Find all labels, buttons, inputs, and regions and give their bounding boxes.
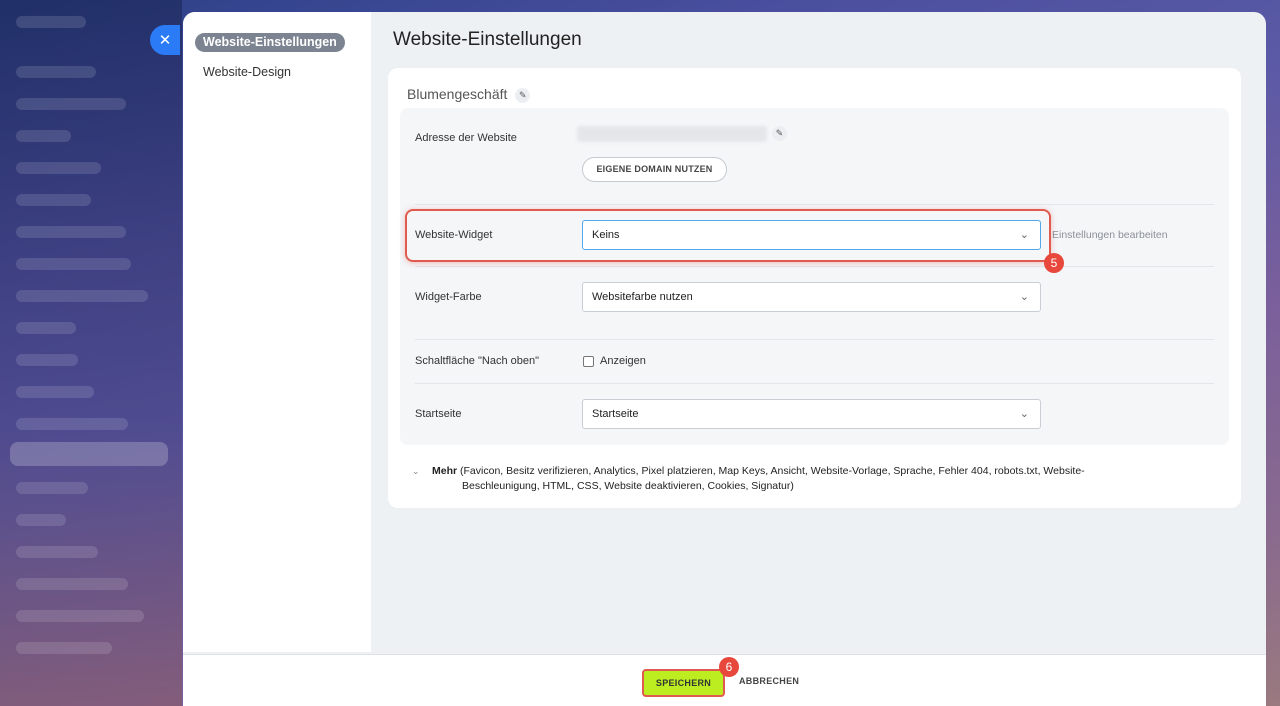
background-row	[16, 16, 86, 28]
widget-color-label: Widget-Farbe	[415, 291, 482, 303]
widget-color-select[interactable]: Websitefarbe nutzen ⌄	[582, 282, 1041, 312]
background-row	[16, 578, 128, 590]
background-row	[16, 258, 131, 270]
widget-row-highlight	[405, 209, 1051, 262]
address-label: Adresse der Website	[415, 132, 517, 144]
background-row	[16, 66, 96, 78]
more-settings-line-1: Mehr (Favicon, Besitz verifizieren, Anal…	[432, 464, 1182, 479]
divider	[415, 383, 1214, 384]
chevron-down-icon: ⌄	[1019, 291, 1029, 303]
site-name: Blumengeschäft	[407, 86, 508, 102]
show-scroll-top-checkbox[interactable]	[583, 356, 594, 367]
show-scroll-top-checkbox-label[interactable]: Anzeigen	[600, 355, 646, 367]
more-heading: Mehr	[432, 465, 458, 477]
site-name-heading: Blumengeschäft ✎	[407, 86, 531, 103]
close-button[interactable]: ✕	[150, 25, 180, 55]
divider	[415, 339, 1214, 340]
more-settings-text: Mehr (Favicon, Besitz verifizieren, Anal…	[432, 464, 1182, 494]
edit-address-pencil-icon[interactable]: ✎	[772, 126, 787, 141]
step-badge-6: 6	[719, 657, 739, 677]
homepage-select-value: Startseite	[592, 408, 639, 420]
step-badge-5: 5	[1044, 253, 1064, 273]
background-row	[16, 386, 94, 398]
background-row	[16, 354, 78, 366]
background-row	[16, 98, 126, 110]
nav-item-website-settings[interactable]: Website-Einstellungen	[195, 33, 345, 52]
side-navigation: Website-Einstellungen Website-Design	[183, 12, 371, 652]
cancel-button[interactable]: ABBRECHEN	[739, 676, 799, 686]
more-list-line-2: Beschleunigung, HTML, CSS, Website deakt…	[462, 480, 794, 492]
background-row	[16, 162, 101, 174]
footer-bar: SPEICHERN ABBRECHEN 6	[183, 654, 1266, 706]
own-domain-button[interactable]: EIGENE DOMAIN NUTZEN	[582, 157, 727, 182]
edit-pencil-icon[interactable]: ✎	[515, 87, 531, 103]
settings-form: Adresse der Website ✎ EIGENE DOMAIN NUTZ…	[400, 108, 1229, 445]
nav-item-website-design[interactable]: Website-Design	[195, 63, 299, 82]
page-title: Website-Einstellungen	[393, 29, 582, 50]
background-row	[16, 482, 88, 494]
more-settings-toggle[interactable]: ⌄ Mehr (Favicon, Besitz verifizieren, An…	[412, 464, 1182, 494]
divider	[415, 204, 1214, 205]
background-row	[16, 226, 126, 238]
background-row	[16, 610, 144, 622]
close-icon: ✕	[158, 32, 172, 49]
background-row	[16, 514, 66, 526]
background-row	[16, 418, 128, 430]
background-row	[10, 442, 168, 466]
save-button[interactable]: SPEICHERN	[642, 669, 725, 697]
background-row	[16, 194, 91, 206]
background-row	[16, 130, 71, 142]
background-row	[16, 322, 76, 334]
background-row	[16, 546, 98, 558]
website-address-value	[577, 126, 767, 142]
homepage-select[interactable]: Startseite ⌄	[582, 399, 1041, 429]
homepage-label: Startseite	[415, 408, 462, 420]
widget-color-select-value: Websitefarbe nutzen	[592, 291, 693, 303]
settings-card: Blumengeschäft ✎ Adresse der Website ✎ E…	[388, 68, 1241, 508]
divider	[415, 266, 1214, 267]
chevron-down-icon: ⌄	[1019, 408, 1029, 420]
background-row	[16, 642, 112, 654]
background-sidebar	[0, 0, 182, 706]
widget-edit-settings-link[interactable]: Einstellungen bearbeiten	[1052, 229, 1168, 241]
more-list-line-1: (Favicon, Besitz verifizieren, Analytics…	[460, 465, 1085, 477]
background-row	[16, 290, 148, 302]
chevron-down-icon: ⌄	[412, 466, 420, 476]
settings-panel: Website-Einstellungen Website-Design Web…	[183, 12, 1266, 706]
scroll-top-button-label: Schaltfläche "Nach oben"	[415, 355, 539, 367]
